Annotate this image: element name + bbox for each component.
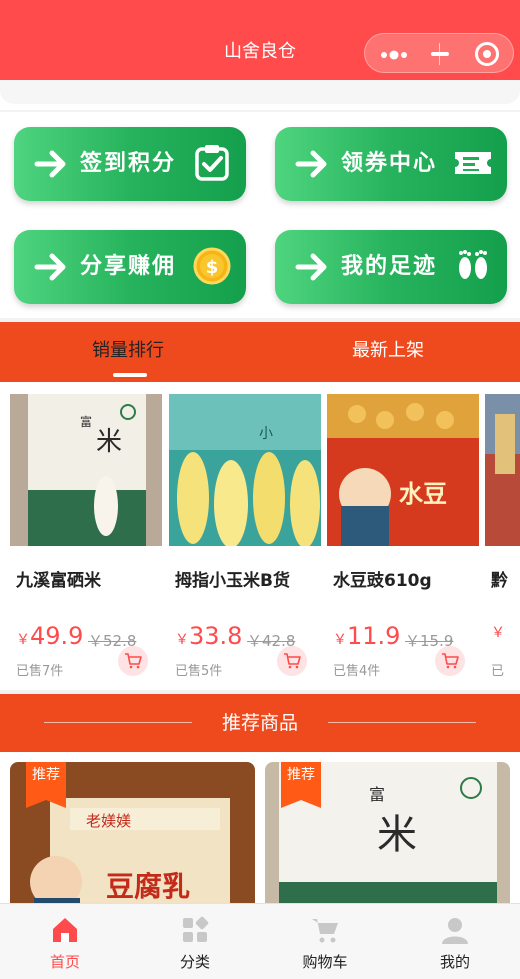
- user-icon: [442, 918, 468, 944]
- recommend-header: 推荐商品: [0, 694, 520, 752]
- product-sold-count: 已售5件: [175, 664, 223, 679]
- product-card[interactable]: 小 拇指小玉米B货 ￥33.8 ￥42.8 已售5件: [169, 394, 321, 684]
- recommend-badge: 推荐: [281, 762, 321, 808]
- price-value: 33.8: [189, 622, 243, 650]
- product-card[interactable]: 水豆 水豆豉610g ￥11.9 ￥15.9 已售4件: [327, 394, 479, 684]
- share-earn-label: 分享赚佣: [80, 254, 177, 279]
- price-currency: ￥: [491, 625, 505, 641]
- svg-text:米: 米: [96, 427, 122, 457]
- product-image-corn: 小: [169, 394, 321, 546]
- svg-text:米: 米: [377, 812, 417, 858]
- product-card[interactable]: 黔 ￥ 已: [485, 394, 520, 684]
- arrow-right-icon: [34, 150, 66, 178]
- clipboard-check-icon: [195, 145, 229, 181]
- product-name: 九溪富硒米: [16, 571, 101, 591]
- product-price: ￥11.9: [333, 622, 400, 650]
- add-to-cart-button[interactable]: [118, 646, 148, 676]
- ticket-icon: [455, 152, 491, 174]
- recommend-card[interactable]: 老媄媄 豆腐乳 推荐: [10, 762, 255, 903]
- price-currency: ￥: [333, 632, 347, 648]
- price-currency: ￥: [16, 632, 30, 648]
- add-to-cart-button[interactable]: [277, 646, 307, 676]
- category-icon: [183, 916, 209, 942]
- price-value: 11.9: [347, 622, 401, 650]
- checkin-points-label: 签到积分: [80, 151, 177, 176]
- price-currency: ￥: [175, 632, 189, 648]
- product-image-partial: [485, 394, 520, 546]
- active-tab-indicator: [113, 373, 147, 377]
- cart-icon: [442, 653, 459, 669]
- cart-icon: [284, 653, 301, 669]
- product-scroll-list[interactable]: 米 富 九溪富硒米 ￥49.9 ￥52.8 已售7件 小 拇指小玉米B货 ￥33…: [0, 382, 520, 690]
- product-sold-count: 已售4件: [333, 664, 381, 679]
- product-tabs: 销量排行 最新上架: [0, 322, 520, 382]
- svg-text:富: 富: [369, 785, 385, 804]
- arrow-right-icon: [34, 253, 66, 281]
- recommend-grid: 老媄媄 豆腐乳 推荐 富 米 推荐: [0, 752, 520, 903]
- product-image-rice: 米 富: [10, 394, 162, 546]
- svg-text:$: $: [206, 257, 219, 278]
- checkin-points-button[interactable]: 签到积分: [14, 127, 246, 201]
- search-bar-bg[interactable]: [0, 80, 520, 104]
- coupon-center-label: 领券中心: [341, 151, 438, 176]
- share-earn-button[interactable]: 分享赚佣 $: [14, 230, 246, 304]
- product-card[interactable]: 米 富 九溪富硒米 ￥49.9 ￥52.8 已售7件: [10, 394, 162, 684]
- footprints-icon: [459, 250, 487, 279]
- tab-home-label: 首页: [49, 953, 80, 971]
- svg-text:豆腐乳: 豆腐乳: [106, 870, 190, 903]
- close-target-icon[interactable]: [475, 42, 499, 66]
- tab-category-label: 分类: [179, 953, 210, 971]
- tab-profile[interactable]: 我的: [390, 904, 520, 979]
- my-footprints-label: 我的足迹: [341, 254, 438, 279]
- product-price: ￥: [491, 622, 505, 642]
- product-sold-count: 已售7件: [16, 664, 64, 679]
- svg-text:水豆: 水豆: [399, 480, 447, 508]
- product-name: 水豆豉610g: [333, 571, 432, 591]
- product-name: 拇指小玉米B货: [175, 571, 290, 591]
- recommend-card[interactable]: 富 米 推荐: [265, 762, 510, 903]
- title-rule-right: [328, 722, 476, 723]
- tab-profile-label: 我的: [439, 953, 470, 971]
- product-image-fermented-beans: 水豆: [327, 394, 479, 546]
- svg-text:老媄媄: 老媄媄: [86, 812, 131, 830]
- nav-header: 山舍良仓: [0, 0, 520, 80]
- quick-actions-panel: 签到积分 领券中心 分享赚佣 $ 我的足迹: [0, 112, 520, 318]
- my-footprints-button[interactable]: 我的足迹: [275, 230, 507, 304]
- svg-text:小: 小: [259, 426, 273, 442]
- add-to-cart-button[interactable]: [435, 646, 465, 676]
- price-value: 49.9: [30, 622, 84, 650]
- cart-icon: [312, 919, 338, 943]
- recommend-badge: 推荐: [26, 762, 66, 808]
- product-name: 黔: [491, 571, 508, 591]
- coin-icon: $: [193, 247, 231, 285]
- mini-program-capsule: [364, 33, 514, 73]
- tab-home[interactable]: 首页: [0, 904, 130, 979]
- cart-icon: [125, 653, 142, 669]
- product-price: ￥33.8: [175, 622, 242, 650]
- tab-category[interactable]: 分类: [130, 904, 260, 979]
- arrow-right-icon: [295, 253, 327, 281]
- product-price: ￥49.9: [16, 622, 83, 650]
- minimize-icon[interactable]: [429, 47, 451, 61]
- bottom-tab-bar: 首页 分类 购物车 我的: [0, 903, 520, 979]
- product-sold-count: 已: [491, 664, 505, 679]
- search-strip: [0, 80, 520, 110]
- tab-cart-label: 购物车: [302, 953, 348, 971]
- recommend-title: 推荐商品: [221, 712, 298, 734]
- more-icon[interactable]: [379, 47, 409, 61]
- coupon-center-button[interactable]: 领券中心: [275, 127, 507, 201]
- tab-cart[interactable]: 购物车: [260, 904, 390, 979]
- arrow-right-icon: [295, 150, 327, 178]
- tab-newest[interactable]: 最新上架: [352, 338, 424, 364]
- svg-text:富: 富: [80, 414, 92, 429]
- home-icon: [53, 918, 77, 942]
- tab-sales-ranking[interactable]: 销量排行: [92, 338, 164, 364]
